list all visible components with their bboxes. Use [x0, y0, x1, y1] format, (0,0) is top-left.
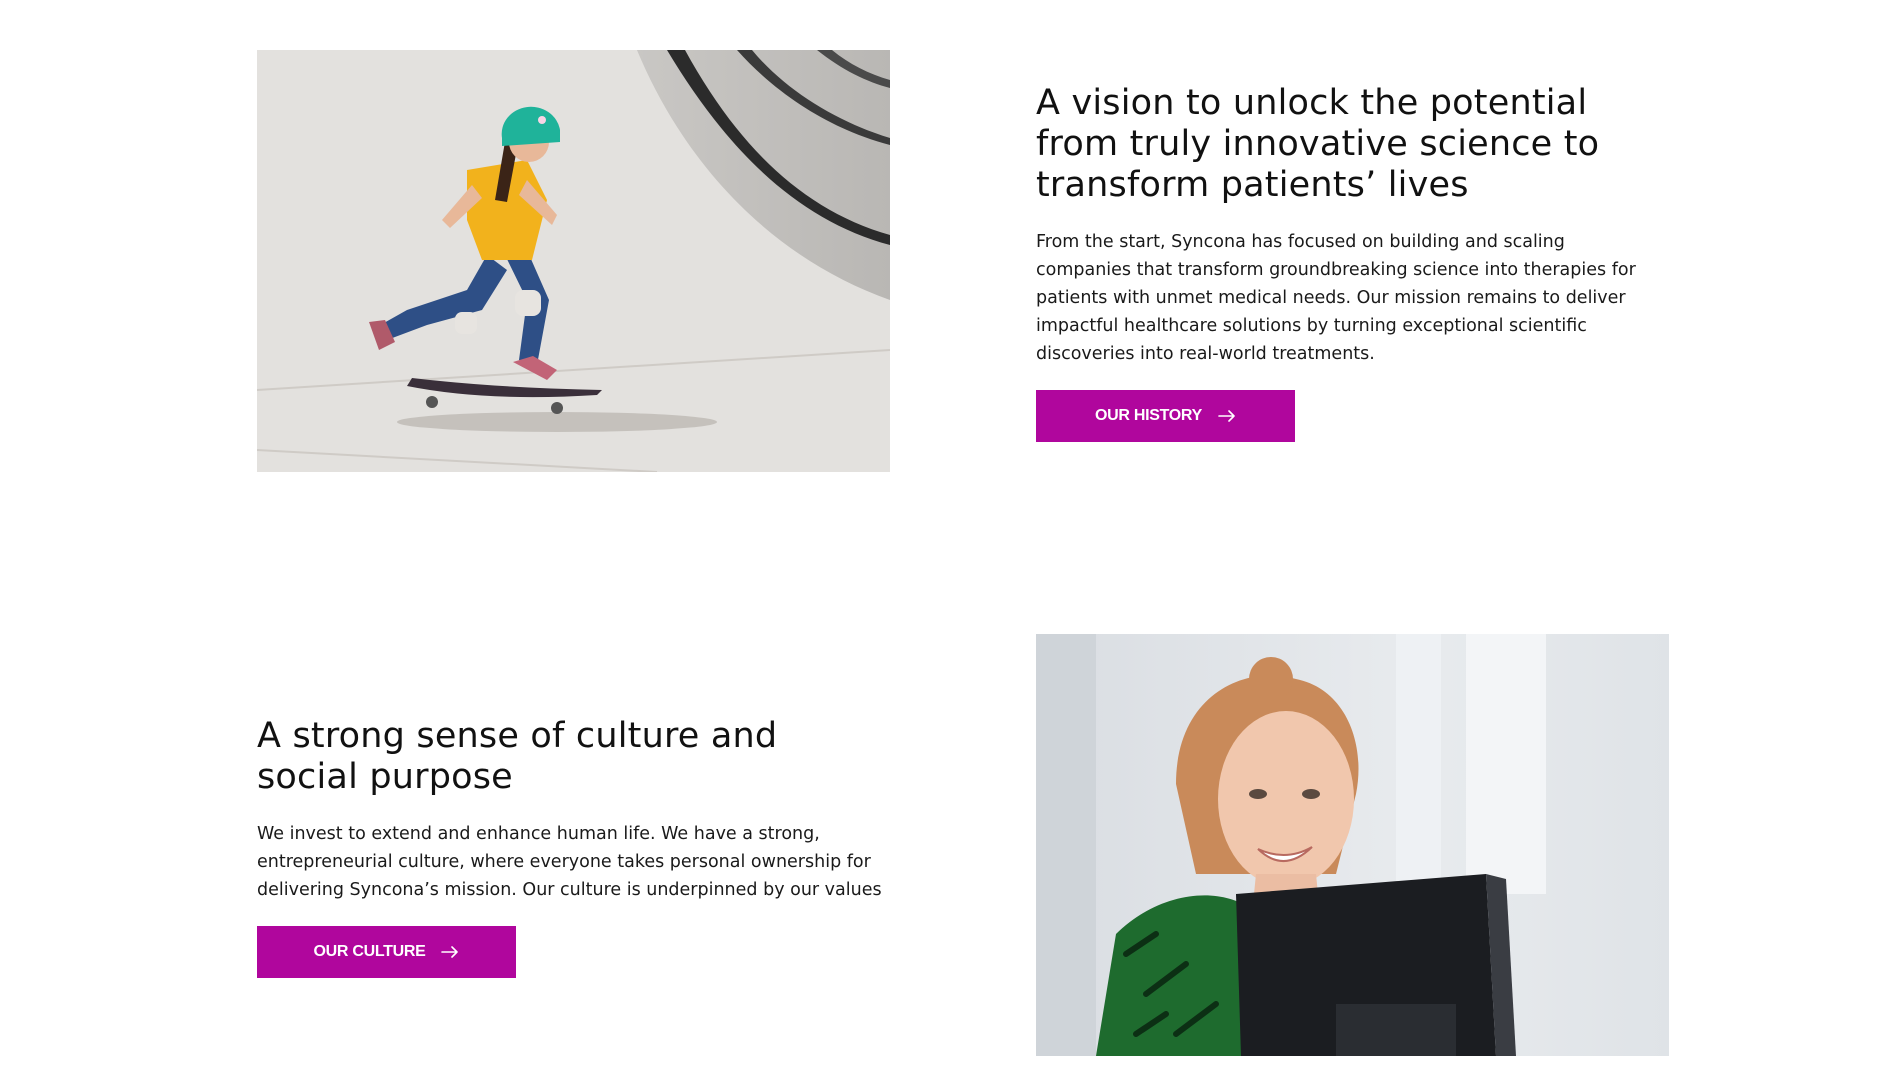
vision-body: From the start, Syncona has focused on b…	[1036, 232, 1636, 364]
smiling-woman-at-computer-photo	[1036, 634, 1669, 1056]
culture-body: We invest to extend and enhance human li…	[257, 824, 882, 900]
skateboarding-girl-photo	[257, 50, 890, 472]
our-history-button[interactable]: OUR HISTORY	[1036, 390, 1295, 442]
culture-text-block: A strong sense of culture and social pur…	[257, 716, 897, 978]
arrow-right-icon	[441, 946, 459, 958]
vision-section: A vision to unlock the potential from tr…	[0, 0, 1901, 520]
vision-heading: A vision to unlock the potential from tr…	[1036, 83, 1600, 205]
our-history-button-label: OUR HISTORY	[1095, 407, 1202, 424]
culture-section: A strong sense of culture and social pur…	[0, 520, 1901, 1080]
our-culture-button-label: OUR CULTURE	[313, 943, 426, 960]
arrow-right-icon	[1218, 410, 1236, 422]
our-culture-button[interactable]: OUR CULTURE	[257, 926, 516, 978]
culture-heading: A strong sense of culture and social pur…	[257, 716, 778, 797]
vision-text-block: A vision to unlock the potential from tr…	[1036, 83, 1676, 442]
